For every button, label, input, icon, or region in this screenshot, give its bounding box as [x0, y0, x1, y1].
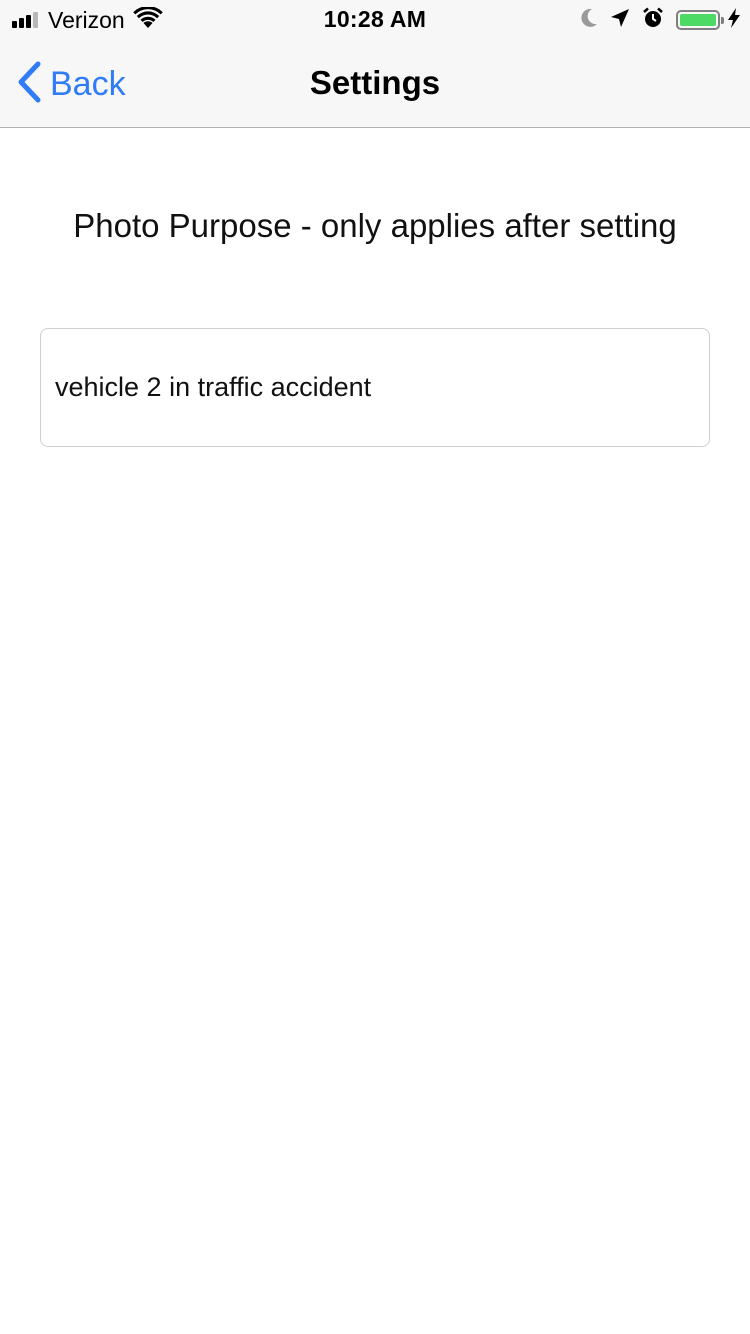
battery-level-fill [680, 14, 716, 26]
navigation-bar: Back Settings [0, 40, 750, 128]
status-bar: Verizon 10:28 AM [0, 0, 750, 40]
photo-purpose-heading: Photo Purpose - only applies after setti… [73, 207, 677, 244]
alarm-clock-icon [642, 7, 664, 34]
photo-purpose-input[interactable] [40, 328, 710, 447]
battery-icon [676, 10, 724, 30]
charging-bolt-icon [728, 7, 740, 33]
battery-cap [721, 17, 724, 24]
page-title: Settings [309, 64, 441, 101]
status-right [568, 6, 740, 34]
moon-icon [580, 8, 598, 33]
location-arrow-icon [610, 8, 630, 33]
